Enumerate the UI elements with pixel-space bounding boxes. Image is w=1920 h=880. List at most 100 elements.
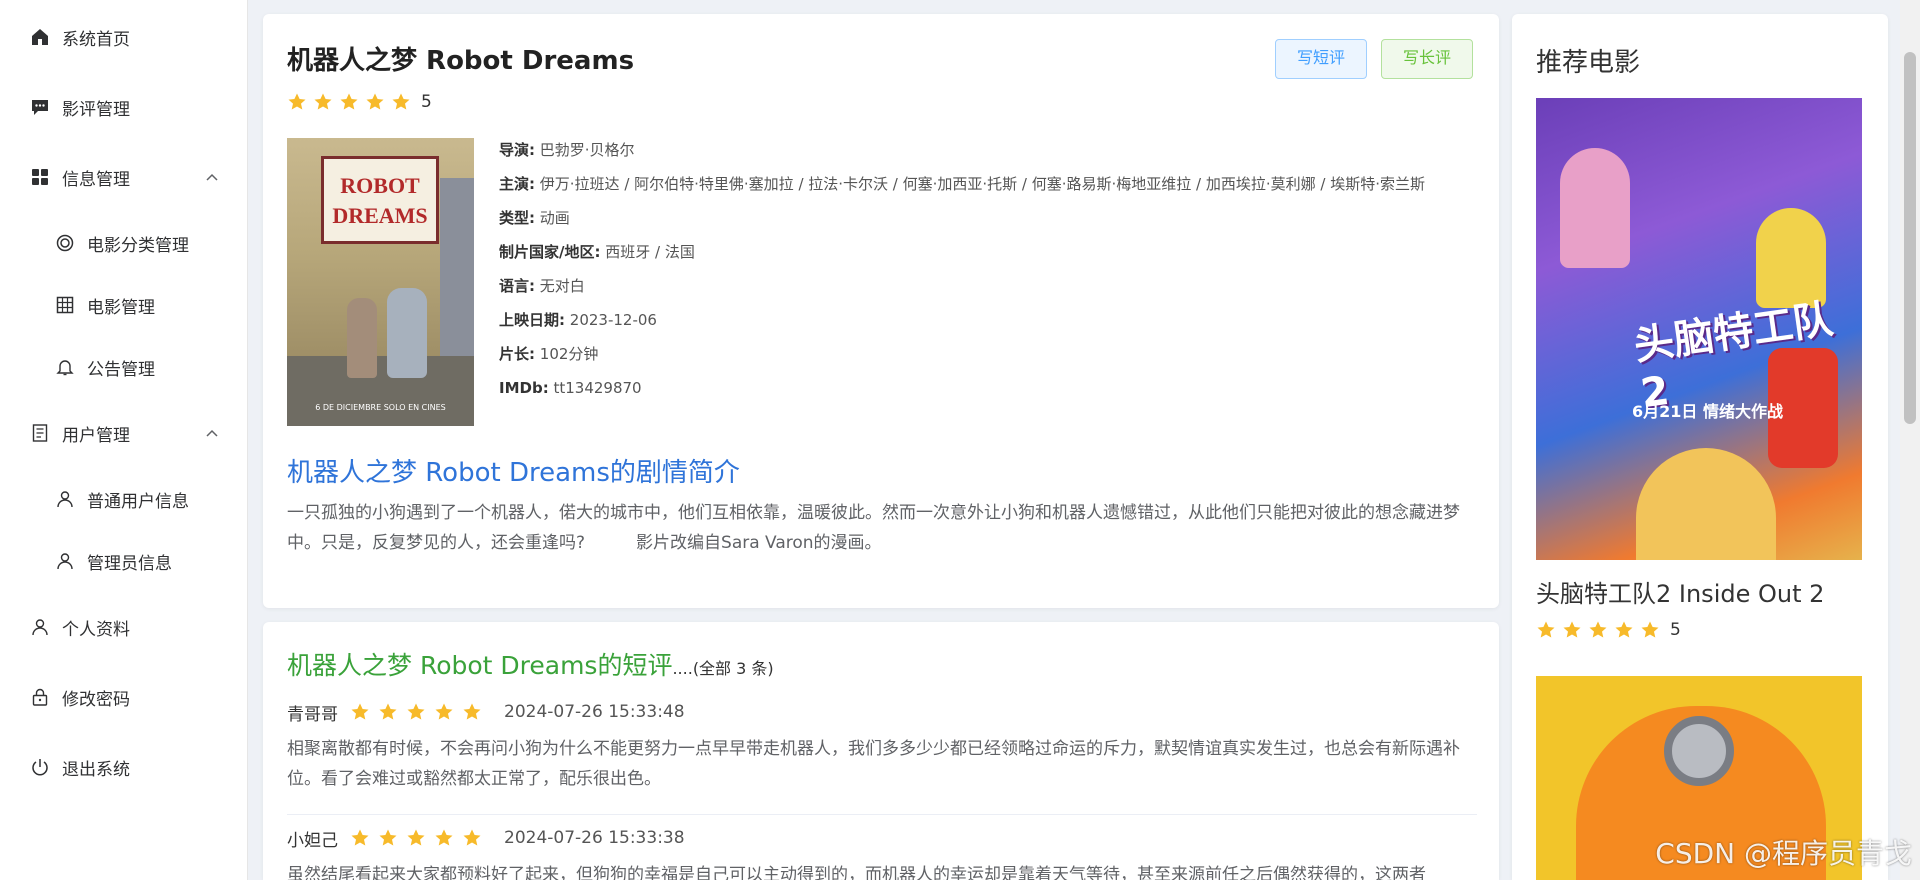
movie-rating: 5 <box>287 92 432 112</box>
recommended-title: 推荐电影 <box>1536 48 1641 78</box>
star-icon <box>339 92 359 112</box>
movie-title: 机器人之梦 Robot Dreams <box>287 46 635 76</box>
movie-info: 导演: 巴勃罗·贝格尔 主演: 伊万·拉班达 / 阿尔伯特·特里佛·塞加拉 / … <box>499 140 1479 412</box>
sidebar-item-change-password[interactable]: 修改密码 <box>0 662 247 732</box>
sidebar-item-label: 系统首页 <box>62 29 130 50</box>
info-runtime: 片长: 102分钟 <box>499 345 599 363</box>
sidebar-item-label: 修改密码 <box>62 689 130 710</box>
sidebar-item-label: 普通用户信息 <box>87 491 189 512</box>
comment-icon <box>30 97 50 117</box>
sidebar-item-label: 个人资料 <box>62 619 130 640</box>
user-icon <box>55 551 75 571</box>
sidebar-item-movie-management[interactable]: 电影管理 <box>0 274 247 336</box>
movie-poster: ROBOT DREAMS 6 DE DICIEMBRE SOLO EN CINE… <box>287 138 474 426</box>
page-scrollbar[interactable] <box>1900 0 1920 880</box>
reviews-title: 机器人之梦 Robot Dreams的短评....(全部 3 条) <box>287 651 774 680</box>
sidebar-item-admins[interactable]: 管理员信息 <box>0 530 247 592</box>
review-item: 小妲己 2024-07-26 15:33:38 虽然结尾看起来大家都预料好了起来… <box>287 826 1477 880</box>
star-icon <box>1536 620 1556 640</box>
recommended-movie-rating: 5 <box>1536 620 1681 640</box>
document-icon <box>30 423 50 443</box>
sidebar-item-label: 退出系统 <box>62 759 130 780</box>
rating-value: 5 <box>1670 620 1681 640</box>
sidebar-item-notice[interactable]: 公告管理 <box>0 336 247 398</box>
star-icon <box>287 92 307 112</box>
home-icon <box>30 27 50 47</box>
sidebar-item-user-management[interactable]: 用户管理 <box>0 398 247 468</box>
star-icon <box>1562 620 1582 640</box>
star-icon <box>462 702 482 722</box>
star-icon <box>365 92 385 112</box>
reviews-count[interactable]: ....(全部 3 条) <box>672 659 773 678</box>
synopsis-title: 机器人之梦 Robot Dreams的剧情简介 <box>287 458 740 488</box>
info-cast: 主演: 伊万·拉班达 / 阿尔伯特·特里佛·塞加拉 / 拉法·卡尔沃 / 何塞·… <box>499 175 1426 193</box>
review-item: 青哥哥 2024-07-26 15:33:48 相聚离散都有时候，不会再问小狗为… <box>287 700 1477 794</box>
sidebar-item-label: 影评管理 <box>62 99 130 120</box>
star-rating <box>350 702 482 722</box>
star-icon <box>1614 620 1634 640</box>
grid-icon <box>30 167 50 187</box>
sidebar-item-logout[interactable]: 退出系统 <box>0 732 247 802</box>
sidebar-item-label: 信息管理 <box>62 169 130 190</box>
divider <box>287 814 1477 815</box>
star-rating <box>350 828 482 848</box>
review-text: 相聚离散都有时候，不会再问小狗为什么不能更努力一点早早带走机器人，我们多多少少都… <box>287 739 1460 789</box>
sidebar-item-normal-users[interactable]: 普通用户信息 <box>0 468 247 530</box>
chevron-up-icon <box>205 170 219 184</box>
info-imdb: IMDb: tt13429870 <box>499 379 642 397</box>
sidebar-item-home[interactable]: 系统首页 <box>0 2 247 72</box>
star-icon <box>1588 620 1608 640</box>
sidebar-item-label: 电影分类管理 <box>87 235 189 256</box>
lock-icon <box>30 687 50 707</box>
sidebar: 系统首页 影评管理 信息管理 电影分类管理 电影管理 公告管理 用户管理 普通用… <box>0 0 248 880</box>
sidebar-item-label: 电影管理 <box>87 297 155 318</box>
star-icon <box>378 702 398 722</box>
star-icon <box>350 828 370 848</box>
star-icon <box>313 92 333 112</box>
info-director: 导演: 巴勃罗·贝格尔 <box>499 141 635 159</box>
sidebar-item-label: 用户管理 <box>62 425 130 446</box>
review-time: 2024-07-26 15:33:48 <box>504 702 685 722</box>
star-rating <box>1536 620 1660 640</box>
bell-icon <box>55 357 75 377</box>
power-icon <box>30 757 50 777</box>
review-username: 青哥哥 <box>287 704 338 725</box>
user-icon <box>30 617 50 637</box>
movie-detail-card: 机器人之梦 Robot Dreams 5 写短评 写长评 ROBOT DREAM… <box>263 14 1499 608</box>
sidebar-item-profile[interactable]: 个人资料 <box>0 592 247 662</box>
star-icon <box>434 828 454 848</box>
review-username: 小妲己 <box>287 830 338 851</box>
review-text: 虽然结尾看起来大家都预料好了起来，但狗狗的幸福是自己可以主动得到的，而机器人的幸… <box>287 865 1426 880</box>
review-time: 2024-07-26 15:33:38 <box>504 828 685 848</box>
sidebar-item-movie-category[interactable]: 电影分类管理 <box>0 212 247 274</box>
star-icon <box>406 828 426 848</box>
scrollbar-thumb[interactable] <box>1904 52 1916 424</box>
short-reviews-card: 机器人之梦 Robot Dreams的短评....(全部 3 条) 青哥哥 20… <box>263 622 1499 880</box>
star-icon <box>462 828 482 848</box>
star-icon <box>378 828 398 848</box>
target-icon <box>55 233 75 253</box>
user-icon <box>55 489 75 509</box>
star-icon <box>391 92 411 112</box>
info-country: 制片国家/地区: 西班牙 / 法国 <box>499 243 695 261</box>
sidebar-item-reviews[interactable]: 影评管理 <box>0 72 247 142</box>
sidebar-item-info-management[interactable]: 信息管理 <box>0 142 247 212</box>
recommended-movie-name[interactable]: 头脑特工队2 Inside Out 2 <box>1536 574 1824 609</box>
synopsis-text: 一只孤独的小狗遇到了一个机器人，偌大的城市中，他们互相依靠，温暖彼此。然而一次意… <box>287 503 1460 553</box>
star-icon <box>350 702 370 722</box>
recommended-movies-card: 推荐电影 头脑特工队2 6月21日 情绪大作战 头脑特工队2 Inside Ou… <box>1512 14 1888 880</box>
info-language: 语言: 无对白 <box>499 277 585 295</box>
star-icon <box>434 702 454 722</box>
sidebar-item-label: 公告管理 <box>87 359 155 380</box>
sidebar-item-label: 管理员信息 <box>87 553 172 574</box>
star-icon <box>1640 620 1660 640</box>
recommended-movie-poster[interactable]: 头脑特工队2 6月21日 情绪大作战 <box>1536 98 1862 560</box>
star-icon <box>406 702 426 722</box>
watermark: CSDN @程序员青戈 <box>1655 837 1912 870</box>
info-release-date: 上映日期: 2023-12-06 <box>499 311 657 329</box>
rating-value: 5 <box>421 92 432 112</box>
write-short-review-button[interactable]: 写短评 <box>1275 39 1367 79</box>
write-long-review-button[interactable]: 写长评 <box>1381 39 1473 79</box>
star-rating <box>287 92 411 112</box>
table-icon <box>55 295 75 315</box>
